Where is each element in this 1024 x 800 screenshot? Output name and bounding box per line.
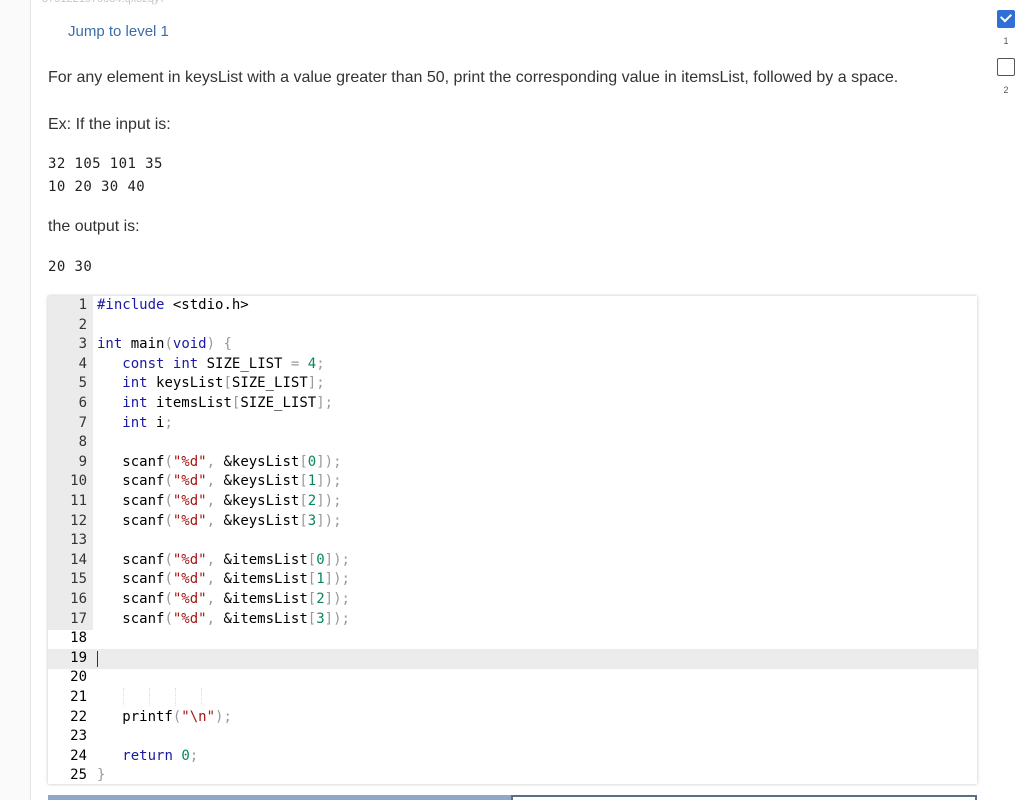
line-number: 5 xyxy=(78,375,87,392)
code-line[interactable]: 20 xyxy=(48,668,977,688)
example-label: Ex: If the input is: xyxy=(48,116,171,133)
code-text[interactable]: int itemsList[SIZE_LIST]; xyxy=(97,394,333,414)
code-text[interactable]: int keysList[SIZE_LIST]; xyxy=(97,374,324,394)
indent-guide xyxy=(123,688,125,706)
line-number: 1 xyxy=(78,297,87,313)
line-number: 20 xyxy=(70,669,87,686)
code-line[interactable]: 18 xyxy=(48,629,977,649)
line-number: 3 xyxy=(78,336,87,353)
code-line[interactable]: 24 return 0; xyxy=(48,747,977,767)
code-text[interactable]: scanf("%d", &keysList[0]); xyxy=(97,453,341,473)
line-number: 19 xyxy=(70,649,87,666)
instructions-text: For any element in keysList with a value… xyxy=(48,69,899,86)
code-text[interactable]: scanf("%d", &itemsList[0]); xyxy=(97,551,350,571)
example-input-line-2: 10 20 30 40 xyxy=(48,179,146,195)
code-text[interactable]: #include <stdio.h> xyxy=(97,296,249,316)
code-line[interactable]: 22 printf("\n"); xyxy=(48,708,977,728)
challenge-panel: 3751221970834.qx3zqy7 Jump to level 1 Fo… xyxy=(31,0,994,800)
code-text[interactable]: int main(void) { xyxy=(97,335,232,355)
next-button-partial[interactable] xyxy=(511,795,977,800)
line-number: 24 xyxy=(70,747,87,764)
line-number: 22 xyxy=(70,708,87,725)
output-label: the output is: xyxy=(48,218,140,235)
code-line[interactable]: 6 int itemsList[SIZE_LIST]; xyxy=(48,394,977,414)
code-text[interactable]: scanf("%d", &itemsList[2]); xyxy=(97,590,350,610)
code-text[interactable]: return 0; xyxy=(97,747,198,767)
code-line[interactable]: 4 const int SIZE_LIST = 4; xyxy=(48,355,977,375)
code-line[interactable]: 7 int i; xyxy=(48,414,977,434)
text-cursor xyxy=(97,651,98,667)
level-1-completed-checkbox[interactable] xyxy=(997,10,1015,28)
code-line[interactable]: 8 xyxy=(48,433,977,453)
example-input-line-1: 32 105 101 35 xyxy=(48,156,163,172)
indent-guide xyxy=(201,688,203,706)
line-number: 21 xyxy=(70,689,87,705)
code-line[interactable]: 16 scanf("%d", &itemsList[2]); xyxy=(48,590,977,610)
code-line[interactable]: 14 scanf("%d", &itemsList[0]); xyxy=(48,551,977,571)
line-number: 7 xyxy=(78,414,87,431)
code-text[interactable]: printf("\n"); xyxy=(97,708,232,728)
code-line[interactable]: 12 scanf("%d", &keysList[3]); xyxy=(48,512,977,532)
level-2-checkbox[interactable] xyxy=(997,58,1015,76)
code-text[interactable]: scanf("%d", &itemsList[3]); xyxy=(97,610,350,630)
code-line[interactable]: 17 scanf("%d", &itemsList[3]); xyxy=(48,610,977,630)
line-number: 8 xyxy=(78,434,87,451)
checkmark-icon xyxy=(999,10,1013,23)
code-line[interactable]: 5 int keysList[SIZE_LIST]; xyxy=(48,374,977,394)
code-line[interactable]: 2 xyxy=(48,316,977,336)
check-button-partial[interactable] xyxy=(48,795,511,800)
line-number: 11 xyxy=(70,493,87,509)
line-number: 2 xyxy=(78,316,87,333)
code-editor[interactable]: 1 #include <stdio.h> 2 3 int main(void) {4 c… xyxy=(48,296,977,784)
left-margin xyxy=(0,0,30,800)
code-line[interactable]: 11 scanf("%d", &keysList[2]); xyxy=(48,492,977,512)
code-text[interactable]: int i; xyxy=(97,414,173,434)
code-line[interactable]: 21 xyxy=(48,688,977,708)
line-number: 10 xyxy=(70,473,87,490)
example-output: 20 30 xyxy=(48,259,93,275)
line-number: 25 xyxy=(70,767,87,784)
code-line[interactable]: 15 scanf("%d", &itemsList[1]); xyxy=(48,570,977,590)
code-line[interactable]: 23 xyxy=(48,727,977,747)
line-number: 6 xyxy=(78,395,87,411)
code-line[interactable]: 10 scanf("%d", &keysList[1]); xyxy=(48,472,977,492)
indent-guide xyxy=(175,688,177,706)
line-number: 14 xyxy=(70,551,87,568)
line-number: 9 xyxy=(78,453,87,470)
code-line[interactable]: 3 int main(void) { xyxy=(48,335,977,355)
code-line[interactable]: 25} xyxy=(48,766,977,784)
challenge-id: 3751221970834.qx3zqy7 xyxy=(42,0,166,5)
code-text[interactable]: scanf("%d", &itemsList[1]); xyxy=(97,570,350,590)
level-navigation: 1 2 xyxy=(994,0,1024,800)
line-number: 13 xyxy=(70,532,87,549)
line-number: 15 xyxy=(70,571,87,588)
code-text[interactable]: scanf("%d", &keysList[2]); xyxy=(97,492,341,512)
code-text[interactable]: const int SIZE_LIST = 4; xyxy=(97,355,324,375)
code-text[interactable]: } xyxy=(97,766,105,784)
jump-to-level-link[interactable]: Jump to level 1 xyxy=(68,23,169,40)
level-1-number: 1 xyxy=(1003,36,1009,46)
line-number: 23 xyxy=(70,728,87,745)
line-number: 12 xyxy=(70,512,87,529)
code-line[interactable]: 13 xyxy=(48,531,977,551)
code-line[interactable]: 19 xyxy=(48,649,977,669)
line-number: 4 xyxy=(78,355,87,372)
line-number: 18 xyxy=(70,630,87,647)
level-2-number: 2 xyxy=(1003,85,1009,95)
code-text[interactable]: scanf("%d", &keysList[3]); xyxy=(97,512,341,532)
code-text[interactable]: scanf("%d", &keysList[1]); xyxy=(97,472,341,492)
indent-guide xyxy=(149,688,151,706)
code-line[interactable]: 9 scanf("%d", &keysList[0]); xyxy=(48,453,977,473)
line-number: 17 xyxy=(70,610,87,627)
line-number: 16 xyxy=(70,591,87,607)
code-line[interactable]: 1 #include <stdio.h> xyxy=(48,296,977,316)
